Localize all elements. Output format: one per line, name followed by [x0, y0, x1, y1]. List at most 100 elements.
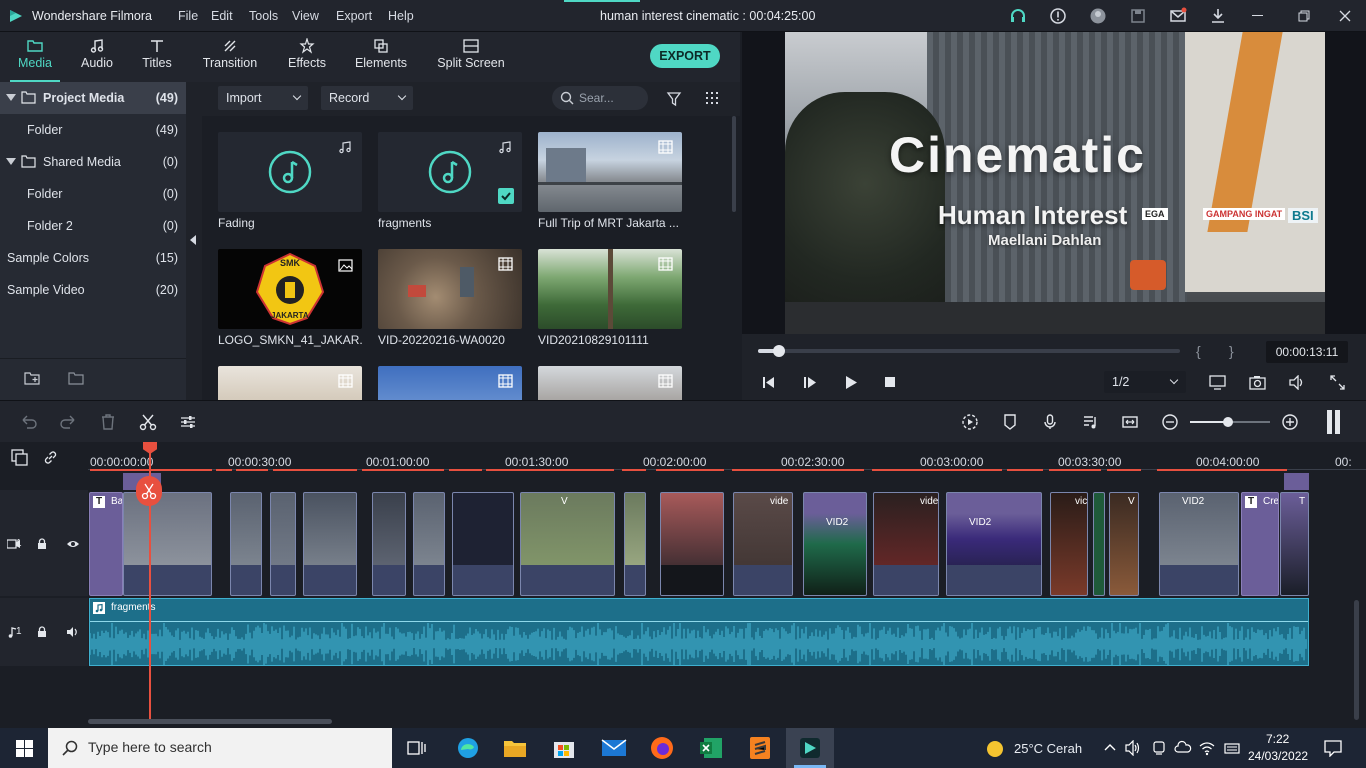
- tab-media[interactable]: Media: [10, 32, 60, 82]
- firefox-icon[interactable]: [650, 736, 674, 760]
- video-clip[interactable]: [413, 492, 445, 596]
- video-clip[interactable]: VID2: [803, 492, 867, 596]
- sidebar-item-sample-colors[interactable]: Sample Colors (15): [0, 242, 186, 274]
- menu-tools[interactable]: Tools: [249, 9, 278, 23]
- sublime-text-icon[interactable]: [749, 736, 771, 760]
- video-clip[interactable]: V: [520, 492, 615, 596]
- title-clip[interactable]: T Ba: [89, 492, 123, 596]
- microphone-icon[interactable]: [1041, 413, 1059, 431]
- video-clip[interactable]: [270, 492, 296, 596]
- tab-elements[interactable]: Elements: [352, 32, 410, 82]
- video-clip[interactable]: T: [1280, 492, 1309, 596]
- onedrive-cloud-icon[interactable]: [1174, 740, 1192, 756]
- video-clip[interactable]: [303, 492, 357, 596]
- video-clip[interactable]: [452, 492, 514, 596]
- media-scrollbar[interactable]: [732, 116, 736, 212]
- menu-export[interactable]: Export: [336, 9, 372, 23]
- video-clip[interactable]: VID2: [1159, 492, 1239, 596]
- sidebar-item-folder-2[interactable]: Folder 2 (0): [0, 210, 186, 242]
- render-preview-icon[interactable]: [961, 413, 979, 431]
- audio-mixer-icon[interactable]: [1081, 413, 1099, 431]
- tab-split-screen[interactable]: Split Screen: [434, 32, 508, 82]
- transition-marker[interactable]: [1284, 473, 1309, 490]
- mail-app-icon[interactable]: [601, 739, 627, 757]
- zoom-in-icon[interactable]: [1281, 413, 1299, 431]
- play-frame-icon[interactable]: [803, 376, 817, 389]
- adjust-sliders-icon[interactable]: [179, 413, 197, 431]
- video-clip[interactable]: vic: [1050, 492, 1088, 596]
- record-dropdown[interactable]: Record: [321, 86, 413, 110]
- mark-in-bracket[interactable]: {: [1196, 343, 1201, 359]
- video-clip[interactable]: VID2: [946, 492, 1042, 596]
- media-item-vid-wa0020[interactable]: VID-20220216-WA0020: [378, 249, 522, 347]
- device-icon[interactable]: [1151, 740, 1167, 756]
- language-keyboard-icon[interactable]: [1224, 740, 1240, 756]
- video-clip[interactable]: V: [1109, 492, 1139, 596]
- lock-icon[interactable]: [37, 626, 47, 638]
- add-track-icon[interactable]: [11, 449, 28, 466]
- task-view-icon[interactable]: [406, 739, 426, 757]
- video-clip[interactable]: [372, 492, 406, 596]
- download-icon[interactable]: [1209, 7, 1227, 25]
- playhead-knob[interactable]: [773, 345, 786, 357]
- scissors-cut-icon[interactable]: [139, 413, 157, 431]
- weather-text[interactable]: 25°C Cerah: [1014, 741, 1082, 756]
- snapshot-camera-icon[interactable]: [1249, 375, 1266, 390]
- eye-icon[interactable]: [66, 539, 80, 549]
- notifications-icon[interactable]: [1324, 739, 1342, 757]
- tab-transition[interactable]: Transition: [198, 32, 262, 82]
- media-item-fragments[interactable]: fragments: [378, 132, 522, 230]
- undo-icon[interactable]: [20, 413, 38, 431]
- fullscreen-icon[interactable]: [1330, 375, 1345, 390]
- timeline-vertical-scrollbar[interactable]: [1354, 600, 1359, 720]
- previous-frame-icon[interactable]: [762, 376, 776, 389]
- import-dropdown[interactable]: Import: [218, 86, 308, 110]
- timeline-ruler[interactable]: 00:00:00:00 00:00:30:00 00:01:00:00 00:0…: [0, 442, 1366, 472]
- volume-line[interactable]: [90, 621, 1308, 622]
- collapse-arrow-icon[interactable]: [190, 235, 196, 245]
- sidebar-item-project-media[interactable]: Project Media (49): [0, 82, 186, 114]
- search-input[interactable]: Sear...: [552, 86, 648, 110]
- audio-clip-fragments[interactable]: fragments: [89, 598, 1309, 666]
- playback-progress-track[interactable]: [758, 349, 1180, 353]
- info-icon[interactable]: [1049, 7, 1067, 25]
- sidebar-item-shared-media[interactable]: Shared Media (0): [0, 146, 186, 178]
- chevron-up-icon[interactable]: [1104, 743, 1116, 751]
- folder-icon[interactable]: [68, 371, 85, 386]
- media-item-partial[interactable]: [538, 366, 682, 400]
- windows-start-icon[interactable]: [16, 740, 33, 757]
- video-clip[interactable]: [660, 492, 724, 596]
- video-clip[interactable]: vide: [873, 492, 939, 596]
- menu-file[interactable]: File: [178, 9, 198, 23]
- title-clip[interactable]: T Cre: [1241, 492, 1279, 596]
- tab-audio[interactable]: Audio: [72, 32, 122, 82]
- menu-help[interactable]: Help: [388, 9, 414, 23]
- file-explorer-icon[interactable]: [503, 737, 527, 759]
- marker-icon[interactable]: [1001, 413, 1019, 431]
- menu-edit[interactable]: Edit: [211, 9, 233, 23]
- minimize-button[interactable]: [1252, 15, 1263, 16]
- mail-icon[interactable]: [1169, 7, 1187, 25]
- taskbar-filmora-active[interactable]: [786, 728, 834, 768]
- fit-timeline-icon[interactable]: [1121, 413, 1139, 431]
- tab-effects[interactable]: Effects: [282, 32, 332, 82]
- restore-button[interactable]: [1298, 10, 1310, 22]
- wifi-icon[interactable]: [1199, 740, 1215, 756]
- pause-bar-icon[interactable]: [1335, 410, 1340, 434]
- new-folder-icon[interactable]: [24, 371, 41, 386]
- microsoft-store-icon[interactable]: [553, 737, 575, 759]
- media-item-fading[interactable]: Fading: [218, 132, 362, 230]
- mark-out-bracket[interactable]: }: [1229, 343, 1234, 359]
- display-settings-icon[interactable]: [1209, 375, 1226, 390]
- sidebar-item-sample-video[interactable]: Sample Video (20): [0, 274, 186, 306]
- zoom-slider-knob[interactable]: [1223, 417, 1233, 427]
- close-button[interactable]: [1339, 10, 1351, 22]
- stop-icon[interactable]: [885, 377, 895, 387]
- media-item-vid-20210829[interactable]: VID20210829101111: [538, 249, 682, 347]
- grid-view-icon[interactable]: [705, 91, 719, 105]
- zoom-out-icon[interactable]: [1161, 413, 1179, 431]
- excel-icon[interactable]: [699, 737, 723, 759]
- link-icon[interactable]: [42, 449, 59, 466]
- media-item-logo[interactable]: SMK JAKARTA LOGO_SMKN_41_JAKAR...: [218, 249, 362, 347]
- pause-bar-icon[interactable]: [1327, 410, 1332, 434]
